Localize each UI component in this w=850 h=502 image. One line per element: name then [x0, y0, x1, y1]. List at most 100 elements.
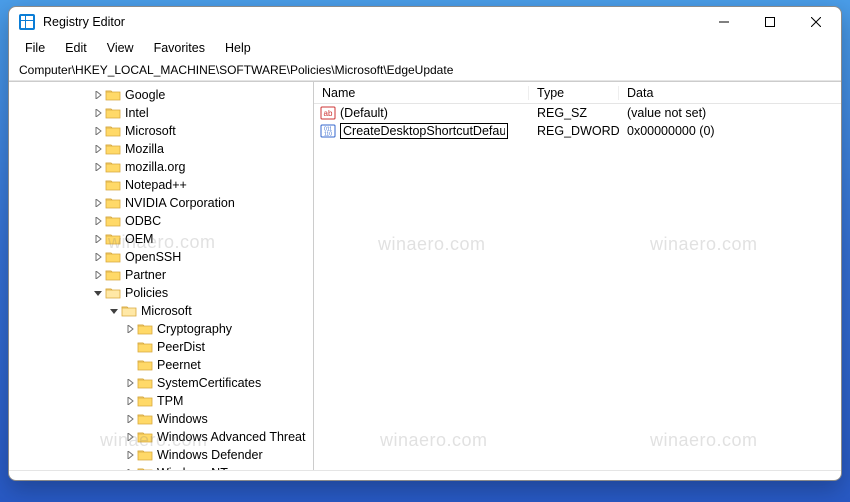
close-button[interactable] — [793, 7, 839, 37]
tree-item-windows-defender[interactable]: Windows Defender — [9, 446, 313, 464]
tree-item-policies[interactable]: Policies — [9, 284, 313, 302]
tree-label: PeerDist — [157, 340, 205, 354]
tree-item-microsoft[interactable]: Microsoft — [9, 122, 313, 140]
tree-label: Microsoft — [125, 124, 176, 138]
chevron-right-icon[interactable] — [123, 430, 137, 444]
folder-icon — [105, 268, 121, 282]
value-data: 0x00000000 (0) — [619, 124, 841, 138]
folder-icon — [137, 340, 153, 354]
folder-icon — [105, 286, 121, 300]
no-expander — [123, 340, 137, 354]
chevron-right-icon[interactable] — [123, 412, 137, 426]
column-header-type[interactable]: Type — [529, 86, 619, 100]
tree-label: Windows — [157, 412, 208, 426]
tree-label: OEM — [125, 232, 153, 246]
window-title: Registry Editor — [43, 15, 125, 29]
chevron-right-icon[interactable] — [91, 232, 105, 246]
value-type: REG_SZ — [529, 106, 619, 120]
chevron-right-icon[interactable] — [123, 466, 137, 470]
minimize-button[interactable] — [701, 7, 747, 37]
tree-item-notepad-[interactable]: Notepad++ — [9, 176, 313, 194]
list-header: Name Type Data — [314, 82, 841, 104]
value-row[interactable]: 011110REG_DWORD0x00000000 (0) — [314, 122, 841, 140]
chevron-right-icon[interactable] — [91, 196, 105, 210]
tree-label: Partner — [125, 268, 166, 282]
chevron-right-icon[interactable] — [91, 142, 105, 156]
address-text: Computer\HKEY_LOCAL_MACHINE\SOFTWARE\Pol… — [19, 63, 453, 77]
column-header-name[interactable]: Name — [314, 86, 529, 100]
tree-label: NVIDIA Corporation — [125, 196, 235, 210]
svg-text:110: 110 — [324, 132, 332, 138]
tree-label: Mozilla — [125, 142, 164, 156]
menu-edit[interactable]: Edit — [57, 39, 95, 57]
tree-label: Windows NT — [157, 466, 228, 470]
tree-label: Microsoft — [141, 304, 192, 318]
value-name: (Default) — [340, 106, 388, 120]
tree-label: Google — [125, 88, 165, 102]
tree-item-peerdist[interactable]: PeerDist — [9, 338, 313, 356]
value-name-edit[interactable] — [340, 123, 508, 139]
chevron-down-icon[interactable] — [107, 304, 121, 318]
tree-item-mozilla[interactable]: Mozilla — [9, 140, 313, 158]
folder-icon — [105, 160, 121, 174]
folder-icon — [105, 106, 121, 120]
tree-label: OpenSSH — [125, 250, 181, 264]
tree-item-partner[interactable]: Partner — [9, 266, 313, 284]
tree-item-mozilla-org[interactable]: mozilla.org — [9, 158, 313, 176]
tree-label: Windows Advanced Threat Protecti — [157, 430, 307, 444]
tree-item-peernet[interactable]: Peernet — [9, 356, 313, 374]
chevron-down-icon[interactable] — [91, 286, 105, 300]
chevron-right-icon[interactable] — [91, 160, 105, 174]
address-bar[interactable]: Computer\HKEY_LOCAL_MACHINE\SOFTWARE\Pol… — [9, 59, 841, 81]
tree-label: Windows Defender — [157, 448, 263, 462]
folder-icon — [105, 214, 121, 228]
tree-item-intel[interactable]: Intel — [9, 104, 313, 122]
list-body[interactable]: ab(Default)REG_SZ(value not set)011110RE… — [314, 104, 841, 470]
tree-label: Intel — [125, 106, 149, 120]
chevron-right-icon[interactable] — [91, 214, 105, 228]
folder-icon — [137, 358, 153, 372]
maximize-button[interactable] — [747, 7, 793, 37]
folder-icon — [105, 250, 121, 264]
chevron-right-icon[interactable] — [91, 88, 105, 102]
menu-favorites[interactable]: Favorites — [146, 39, 213, 57]
value-row[interactable]: ab(Default)REG_SZ(value not set) — [314, 104, 841, 122]
menu-file[interactable]: File — [17, 39, 53, 57]
registry-tree[interactable]: Google Intel Microsoft Mozilla mozilla.org No… — [9, 82, 313, 470]
chevron-right-icon[interactable] — [123, 448, 137, 462]
tree-label: Notepad++ — [125, 178, 187, 192]
menu-help[interactable]: Help — [217, 39, 259, 57]
tree-item-windows-advanced-threat-protecti[interactable]: Windows Advanced Threat Protecti — [9, 428, 313, 446]
tree-item-oem[interactable]: OEM — [9, 230, 313, 248]
chevron-right-icon[interactable] — [91, 268, 105, 282]
chevron-right-icon[interactable] — [123, 376, 137, 390]
chevron-right-icon[interactable] — [91, 250, 105, 264]
value-data: (value not set) — [619, 106, 841, 120]
no-expander — [123, 358, 137, 372]
folder-icon — [121, 304, 137, 318]
chevron-right-icon[interactable] — [91, 124, 105, 138]
folder-icon — [105, 196, 121, 210]
tree-item-google[interactable]: Google — [9, 86, 313, 104]
chevron-right-icon[interactable] — [91, 106, 105, 120]
folder-icon — [105, 124, 121, 138]
tree-item-systemcertificates[interactable]: SystemCertificates — [9, 374, 313, 392]
tree-item-windows[interactable]: Windows — [9, 410, 313, 428]
values-list-pane: Name Type Data ab(Default)REG_SZ(value n… — [314, 82, 841, 470]
column-header-data[interactable]: Data — [619, 86, 841, 100]
tree-item-windows-nt[interactable]: Windows NT — [9, 464, 313, 470]
folder-icon — [137, 430, 153, 444]
folder-icon — [137, 394, 153, 408]
tree-item-tpm[interactable]: TPM — [9, 392, 313, 410]
tree-item-nvidia-corporation[interactable]: NVIDIA Corporation — [9, 194, 313, 212]
tree-item-cryptography[interactable]: Cryptography — [9, 320, 313, 338]
app-icon — [19, 14, 35, 30]
chevron-right-icon[interactable] — [123, 322, 137, 336]
statusbar — [9, 470, 841, 480]
titlebar: Registry Editor — [9, 7, 841, 37]
tree-item-openssh[interactable]: OpenSSH — [9, 248, 313, 266]
chevron-right-icon[interactable] — [123, 394, 137, 408]
tree-item-odbc[interactable]: ODBC — [9, 212, 313, 230]
menu-view[interactable]: View — [99, 39, 142, 57]
tree-item-microsoft[interactable]: Microsoft — [9, 302, 313, 320]
